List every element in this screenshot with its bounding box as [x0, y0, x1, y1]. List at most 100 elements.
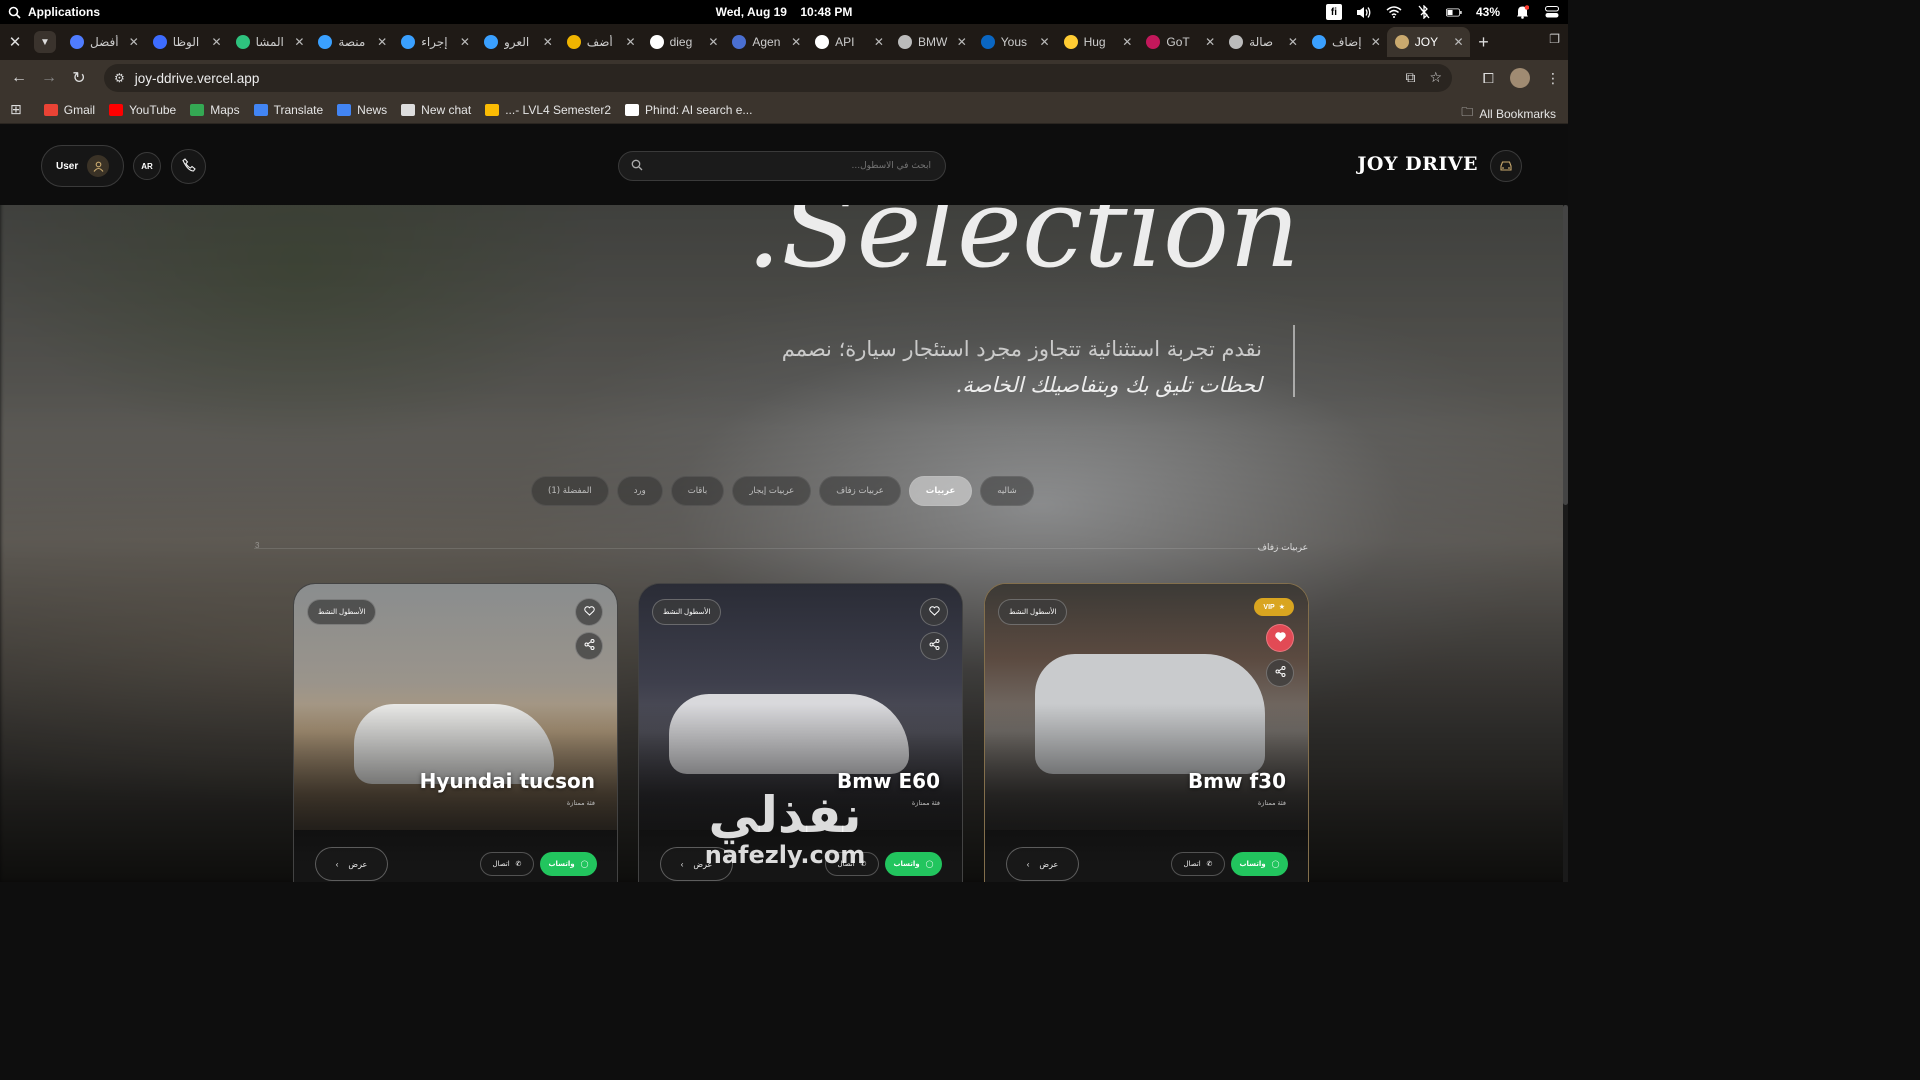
browser-tab[interactable]: إجراء ✕ — [393, 27, 476, 57]
browser-tab[interactable]: GoT ✕ — [1138, 27, 1221, 57]
call-button[interactable]: اتصال ✆ — [825, 852, 879, 876]
share-button[interactable] — [575, 632, 603, 660]
share-button[interactable] — [1266, 659, 1294, 687]
bookmark-item[interactable]: Phind: AI search e... — [625, 103, 752, 117]
url-text[interactable]: joy-ddrive.vercel.app — [135, 71, 260, 86]
browser-tab[interactable]: API ✕ — [807, 27, 890, 57]
bookmark-item[interactable]: Translate — [253, 103, 323, 117]
close-tab-icon[interactable]: ✕ — [294, 35, 304, 49]
close-tab-icon[interactable]: ✕ — [1288, 35, 1298, 49]
whatsapp-button[interactable]: واتساب ◯ — [540, 852, 597, 876]
browser-tab[interactable]: JOY ✕ — [1386, 27, 1470, 57]
bookmark-item[interactable]: News — [337, 103, 387, 117]
filter-chip[interactable]: عربيات زفاف — [819, 476, 901, 506]
close-window-icon[interactable]: ✕ — [0, 27, 30, 57]
volume-icon[interactable] — [1356, 5, 1372, 19]
forward-icon[interactable]: → — [34, 69, 64, 87]
contact-phone-button[interactable] — [171, 149, 206, 184]
view-details-button[interactable]: ‹ عرض — [660, 847, 733, 881]
close-tab-icon[interactable]: ✕ — [1453, 35, 1463, 49]
browser-tab[interactable]: أفضل ✕ — [62, 27, 145, 57]
tab-menu-icon[interactable]: ❐ — [1549, 32, 1560, 46]
filter-chip[interactable]: المفضلة (1) — [531, 476, 609, 506]
notification-bell-icon[interactable] — [1514, 5, 1530, 19]
apps-grid-icon[interactable]: ⊞ — [10, 101, 22, 118]
user-menu-button[interactable]: User — [41, 145, 124, 187]
fleet-search-box[interactable] — [618, 151, 946, 181]
applications-menu[interactable]: Applications — [28, 5, 100, 19]
browser-menu-icon[interactable]: ⋮ — [1546, 70, 1560, 87]
close-tab-icon[interactable]: ✕ — [543, 35, 553, 49]
close-tab-icon[interactable]: ✕ — [212, 35, 222, 49]
wifi-icon[interactable] — [1386, 5, 1402, 19]
extensions-icon[interactable]: ⧠ — [1483, 70, 1494, 87]
filter-chip[interactable]: باقات — [670, 476, 725, 506]
filter-chip[interactable]: عربيات — [908, 476, 973, 506]
browser-tab[interactable]: أضف ✕ — [559, 27, 642, 57]
share-button[interactable] — [920, 632, 948, 660]
back-icon[interactable]: ← — [4, 69, 34, 87]
profile-avatar-icon[interactable] — [1510, 68, 1530, 88]
bookmark-item[interactable]: Maps — [190, 103, 240, 117]
view-details-button[interactable]: ‹ عرض — [1006, 847, 1079, 881]
call-button[interactable]: اتصال ✆ — [1171, 852, 1225, 876]
favorite-button[interactable] — [575, 598, 603, 626]
bookmark-item[interactable]: Gmail — [43, 103, 95, 117]
close-tab-icon[interactable]: ✕ — [791, 35, 801, 49]
view-details-button[interactable]: ‹ عرض — [315, 847, 388, 881]
car-card[interactable]: الأسطول النشط Bmw E60 فئة ممتازة ‹ عرض اتصال ✆… — [638, 583, 963, 882]
browser-tab[interactable]: الوظا ✕ — [145, 27, 228, 57]
close-tab-icon[interactable]: ✕ — [626, 35, 636, 49]
bookmark-item[interactable]: New chat — [401, 103, 471, 117]
new-tab-button[interactable]: + — [1470, 32, 1498, 53]
browser-tab[interactable]: Hug ✕ — [1056, 27, 1139, 57]
close-tab-icon[interactable]: ✕ — [129, 35, 139, 49]
browser-tab[interactable]: صالة ✕ — [1221, 27, 1304, 57]
favorite-button[interactable] — [1266, 624, 1294, 652]
close-tab-icon[interactable]: ✕ — [1040, 35, 1050, 49]
language-toggle-button[interactable]: AR — [133, 152, 161, 180]
browser-tab[interactable]: المشا ✕ — [228, 27, 311, 57]
battery-icon[interactable] — [1445, 5, 1462, 19]
address-bar[interactable]: ⚙ joy-ddrive.vercel.app ⧉ ☆ — [104, 64, 1452, 92]
close-tab-icon[interactable]: ✕ — [1371, 35, 1381, 49]
bookmark-item[interactable]: ...- LVL4 Semester2 — [485, 103, 611, 117]
bookmark-star-icon[interactable]: ☆ — [1429, 69, 1442, 86]
filter-chip[interactable]: شاليه — [980, 476, 1034, 506]
close-tab-icon[interactable]: ✕ — [1205, 35, 1215, 49]
fleet-search-input[interactable] — [649, 161, 931, 171]
whatsapp-button[interactable]: واتساب ◯ — [885, 852, 942, 876]
brand-logo-text[interactable]: JOY DRIVE — [1357, 153, 1478, 175]
all-bookmarks[interactable]: 🗀 All Bookmarks — [1461, 103, 1556, 124]
close-tab-icon[interactable]: ✕ — [708, 35, 718, 49]
browser-tab[interactable]: BMW ✕ — [890, 27, 973, 57]
car-card[interactable]: الأسطول النشط Hyundai tucson فئة ممتازة ‹ عر… — [293, 583, 618, 882]
close-tab-icon[interactable]: ✕ — [957, 35, 967, 49]
close-tab-icon[interactable]: ✕ — [874, 35, 884, 49]
install-app-icon[interactable]: ⧉ — [1405, 69, 1415, 86]
whatsapp-button[interactable]: واتساب ◯ — [1231, 852, 1288, 876]
filter-chip[interactable]: ورد — [616, 476, 663, 506]
browser-tab[interactable]: منصة ✕ — [310, 27, 393, 57]
close-tab-icon[interactable]: ✕ — [1122, 35, 1132, 49]
search-icon[interactable] — [6, 5, 22, 19]
favorite-button[interactable] — [920, 598, 948, 626]
browser-tab[interactable]: Yous ✕ — [973, 27, 1056, 57]
browser-tab[interactable]: العرو ✕ — [476, 27, 559, 57]
filter-chip[interactable]: عربيات إيجار — [732, 476, 812, 506]
car-card[interactable]: الأسطول النشط VIP ★ Bmw f30 فئة ممتازة ‹ عرض ات… — [984, 583, 1309, 882]
page-scrollbar-thumb[interactable] — [1563, 205, 1568, 505]
tab-search-dropdown-icon[interactable]: ▼ — [34, 31, 56, 53]
browser-tab[interactable]: إضاف ✕ — [1304, 27, 1387, 57]
site-info-icon[interactable]: ⚙ — [114, 71, 125, 85]
close-tab-icon[interactable]: ✕ — [460, 35, 470, 49]
input-method-indicator[interactable]: fi — [1325, 4, 1342, 20]
call-button[interactable]: اتصال ✆ — [480, 852, 534, 876]
close-tab-icon[interactable]: ✕ — [377, 35, 387, 49]
car-logo-icon[interactable] — [1490, 150, 1522, 182]
bookmark-item[interactable]: YouTube — [109, 103, 176, 117]
bluetooth-off-icon[interactable] — [1416, 5, 1432, 19]
control-center-icon[interactable] — [1544, 5, 1560, 19]
reload-icon[interactable]: ↻ — [64, 68, 94, 88]
browser-tab[interactable]: Agen ✕ — [724, 27, 807, 57]
